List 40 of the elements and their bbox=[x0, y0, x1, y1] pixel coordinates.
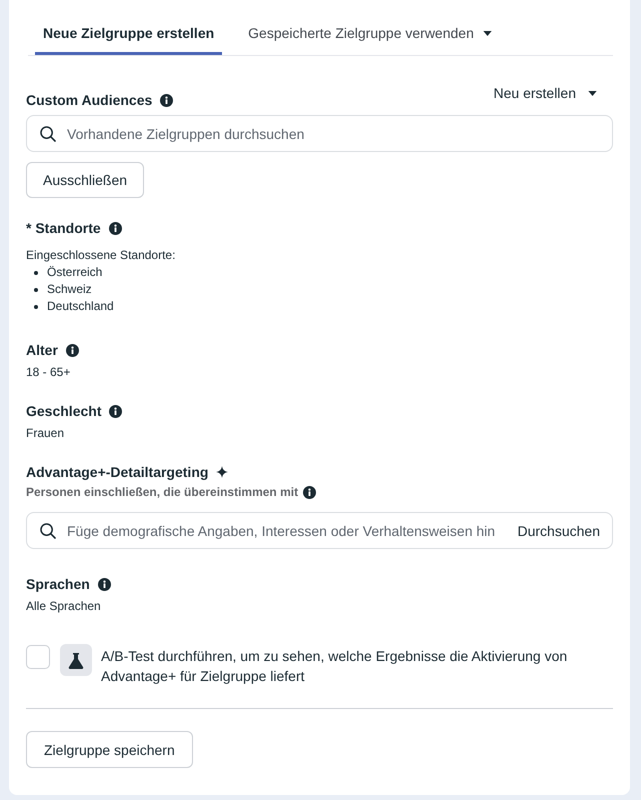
search-icon bbox=[40, 126, 56, 142]
section-subtitle: Personen einschließen, die übereinstimmen mit bbox=[26, 485, 298, 500]
section-title: Sprachen bbox=[26, 575, 90, 593]
create-new-dropdown[interactable]: Neu erstellen bbox=[494, 84, 597, 102]
bullet-icon bbox=[34, 288, 38, 292]
location-item: Deutschland bbox=[47, 298, 114, 315]
section-value: 18 - 65+ bbox=[26, 364, 72, 381]
info-icon bbox=[108, 222, 122, 234]
info-icon bbox=[109, 404, 122, 418]
section-value: Frauen bbox=[26, 425, 66, 442]
caret-icon bbox=[588, 90, 597, 96]
ab-test-text: A/B-Test durchführen, um zu sehen, welche Ergebnisse die Aktivierung von Advantage+ für Zielgruppe liefert bbox=[101, 647, 568, 686]
section-title: Advantage+-Detailtargeting bbox=[26, 463, 208, 481]
section-title: * Standorte bbox=[26, 219, 101, 237]
search-input[interactable]: Vorhandene Zielgruppen durchsuchen bbox=[67, 124, 600, 142]
info-icon bbox=[66, 344, 79, 356]
search-button[interactable]: Durchsuchen bbox=[518, 522, 600, 538]
section-title: Alter bbox=[26, 341, 58, 359]
search-icon bbox=[40, 522, 56, 538]
location-item: Österreich bbox=[47, 264, 102, 281]
location-item: Schweiz bbox=[47, 281, 92, 298]
checkbox[interactable] bbox=[26, 645, 50, 669]
section-label: Eingeschlossene Standorte: bbox=[26, 247, 176, 264]
sparkle-icon bbox=[216, 466, 228, 478]
info-icon bbox=[160, 94, 174, 106]
section-title: Custom Audiences bbox=[26, 91, 152, 109]
info-icon bbox=[303, 486, 316, 499]
section-value: Alle Sprachen bbox=[26, 598, 102, 615]
exclude-button[interactable]: Ausschließen bbox=[26, 162, 144, 198]
section-title: Geschlecht bbox=[26, 402, 102, 420]
search-bar[interactable]: Vorhandene Zielgruppen durchsuchen bbox=[26, 115, 613, 152]
search-input[interactable]: Füge demografische Angaben, Interessen oder Verhaltensweisen hin bbox=[67, 522, 506, 540]
info-icon bbox=[98, 578, 111, 590]
search-bar[interactable]: Füge demografische Angaben, Interessen oder Verhaltensweisen hin Durchsuchen bbox=[26, 512, 613, 549]
bullet-icon bbox=[34, 270, 38, 274]
save-button[interactable]: Zielgruppe speichern bbox=[26, 731, 193, 768]
bullet-icon bbox=[34, 304, 38, 308]
tab[interactable]: Neue Zielgruppe erstellen bbox=[35, 12, 222, 55]
tab[interactable]: Gespeicherte Zielgruppe verwenden bbox=[240, 12, 500, 55]
flask-icon bbox=[60, 644, 92, 676]
